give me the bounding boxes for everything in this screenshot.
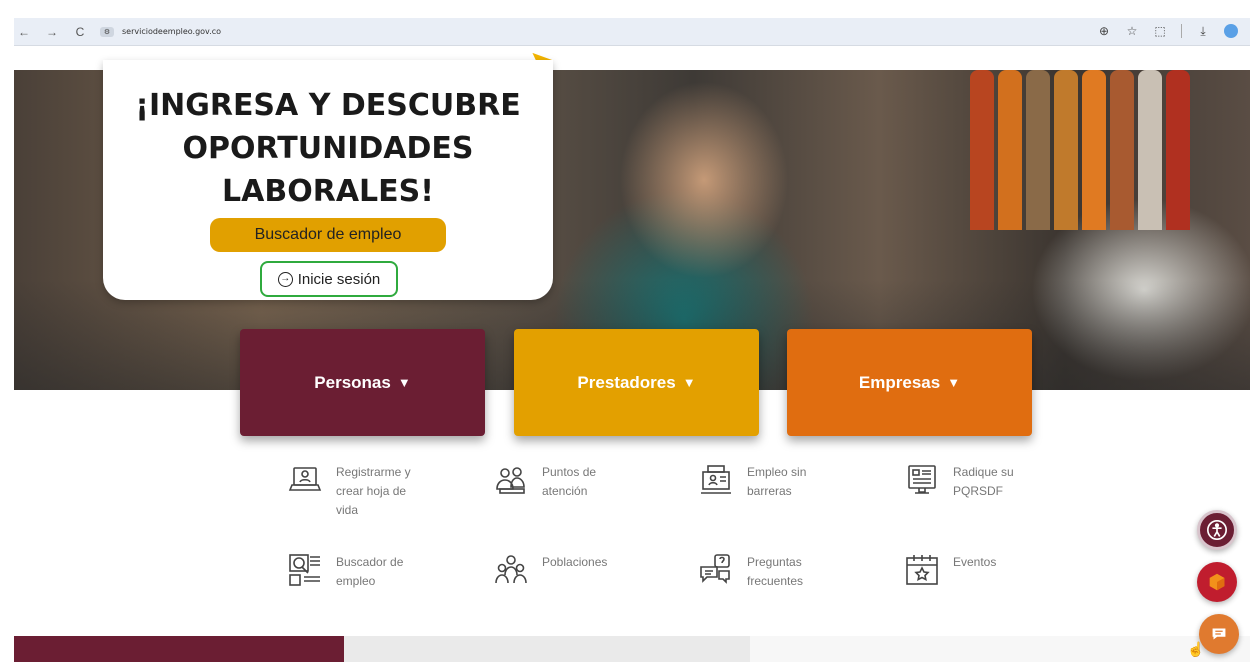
chat-button[interactable] <box>1199 614 1239 654</box>
chevron-down-icon: ▼ <box>397 375 411 390</box>
footer-banner-right <box>750 636 1250 662</box>
login-label: Inicie sesión <box>297 270 381 288</box>
address-bar[interactable]: ⚙ serviciodeempleo.gov.co <box>100 26 221 37</box>
footer-banner-middle <box>344 636 750 662</box>
quick-link-label: Poblaciones <box>542 555 608 569</box>
zoom-icon[interactable]: ⊕ <box>1097 24 1111 39</box>
chevron-down-icon: ▼ <box>947 375 961 390</box>
browser-toolbar: ← → C ⚙ serviciodeempleo.gov.co ⊕ ☆ ⬚ ⤓ <box>14 18 1250 46</box>
quick-link-eventos[interactable]: Eventos <box>905 553 1033 587</box>
profile-avatar-icon[interactable] <box>1224 24 1238 38</box>
quick-link-puntos[interactable]: Puntos de atención <box>494 463 622 501</box>
cube-icon <box>1209 573 1225 591</box>
extensions-icon[interactable]: ⬚ <box>1153 24 1167 39</box>
back-icon[interactable]: ← <box>18 25 30 39</box>
accessibility-icon <box>1207 520 1227 540</box>
app-launcher-button[interactable] <box>1197 562 1237 602</box>
quick-link-label: Eventos <box>953 555 997 569</box>
quick-link-buscador[interactable]: Buscador de empleo <box>288 553 416 591</box>
faq-chat-icon <box>699 553 733 587</box>
toolbar-divider <box>1181 24 1182 38</box>
category-personas-button[interactable]: Personas ▼ <box>240 329 485 436</box>
quick-link-label: Buscador de empleo <box>336 555 404 588</box>
download-icon[interactable]: ⤓ <box>1196 24 1210 39</box>
people-service-icon <box>494 463 528 497</box>
document-submit-icon <box>905 463 939 497</box>
footer-banner-left <box>14 636 344 662</box>
category-label: Prestadores <box>577 372 676 392</box>
hero-card: ¡INGRESA Y DESCUBRE OPORTUNIDADES LABORA… <box>103 60 553 300</box>
quick-link-pqrsdf[interactable]: Radique su PQRSDF <box>905 463 1033 501</box>
chevron-down-icon: ▼ <box>682 375 696 390</box>
hero-title-line: OPORTUNIDADES <box>182 131 474 166</box>
star-icon[interactable]: ☆ <box>1125 24 1139 39</box>
quick-link-label: Empleo sin barreras <box>747 465 807 498</box>
quick-link-preguntas[interactable]: Preguntas frecuentes <box>699 553 827 591</box>
chat-icon <box>1212 628 1226 640</box>
quick-link-label: Registrarme y crear hoja de vida <box>336 465 411 517</box>
url-text[interactable]: serviciodeempleo.gov.co <box>122 27 221 36</box>
mouse-cursor-icon: ☝ <box>1187 641 1205 657</box>
browser-tools: ⊕ ☆ ⬚ ⤓ <box>1097 24 1238 39</box>
quick-link-poblaciones[interactable]: Poblaciones <box>494 553 622 587</box>
category-label: Empresas <box>858 372 941 392</box>
category-prestadores-button[interactable]: Prestadores ▼ <box>514 329 759 436</box>
hero-title: ¡INGRESA Y DESCUBRE OPORTUNIDADES LABORA… <box>103 84 553 213</box>
calendar-star-icon <box>905 553 939 587</box>
thread-spools-image <box>970 70 1190 230</box>
cv-laptop-icon <box>288 463 322 497</box>
quick-link-label: Radique su PQRSDF <box>953 465 1014 498</box>
population-group-icon <box>494 553 528 587</box>
hero-title-line: ¡INGRESA Y DESCUBRE <box>135 88 521 123</box>
quick-link-label: Preguntas frecuentes <box>747 555 804 588</box>
forward-icon[interactable]: → <box>46 25 58 39</box>
hero-title-line: LABORALES! <box>222 174 434 209</box>
login-button[interactable]: → Inicie sesión <box>260 261 398 297</box>
category-label: Personas <box>314 372 391 392</box>
job-search-icon <box>288 553 322 587</box>
accessible-job-icon <box>699 463 733 497</box>
page: ← → C ⚙ serviciodeempleo.gov.co ⊕ ☆ ⬚ ⤓ … <box>0 0 1250 662</box>
quick-link-empleo-sin-barreras[interactable]: Empleo sin barreras <box>699 463 827 501</box>
accessibility-button[interactable] <box>1197 510 1237 550</box>
quick-link-registro[interactable]: Registrarme y crear hoja de vida <box>288 463 416 520</box>
arrow-circle-icon: → <box>277 271 293 287</box>
quick-link-label: Puntos de atención <box>542 465 597 498</box>
browser-nav: ← → C <box>18 25 86 39</box>
category-empresas-button[interactable]: Empresas ▼ <box>787 329 1032 436</box>
site-info-icon[interactable]: ⚙ <box>100 26 114 37</box>
reload-icon[interactable]: C <box>74 25 86 39</box>
job-search-button[interactable]: Buscador de empleo <box>210 218 446 252</box>
